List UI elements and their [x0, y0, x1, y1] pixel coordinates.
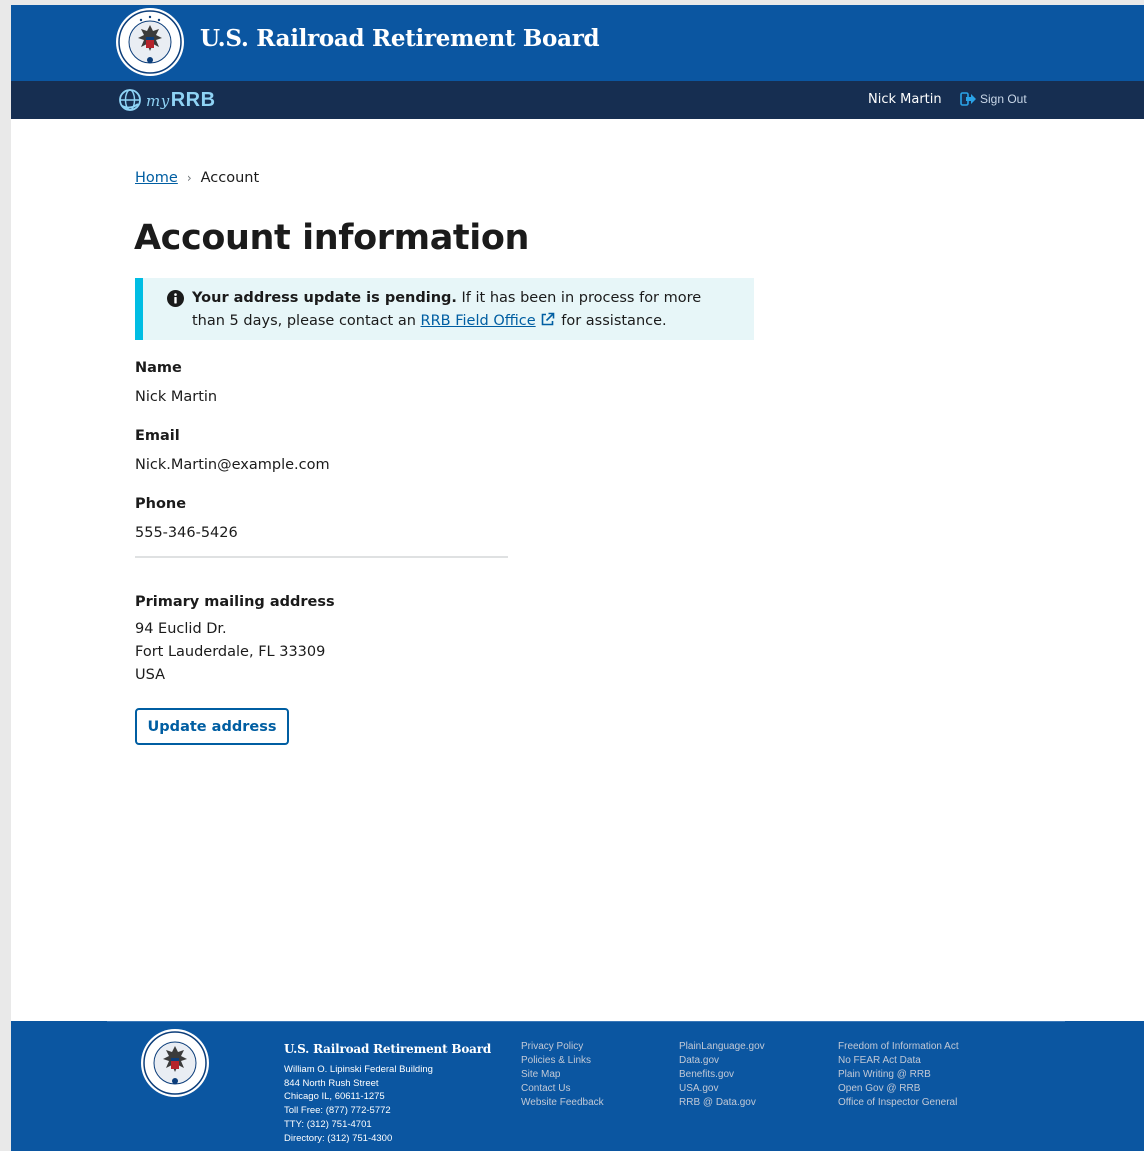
footer-directory: Directory: (312) 751-4300 — [284, 1132, 393, 1144]
footer-toll-free: Toll Free: (877) 772-5772 — [284, 1105, 391, 1117]
phone-label: Phone — [135, 496, 187, 512]
rrb-field-office-link[interactable]: RRB Field Office — [421, 313, 536, 329]
alert-body-end: for assistance. — [561, 313, 667, 329]
site-header: U.S. Railroad Retirement Board — [11, 5, 1144, 81]
footer-link-no-fear-act[interactable]: No FEAR Act Data — [838, 1054, 959, 1068]
site-title[interactable]: U.S. Railroad Retirement Board — [200, 25, 600, 52]
mailing-address: 94 Euclid Dr. Fort Lauderdale, FL 33309 … — [135, 618, 325, 687]
nav-bar: myRRB Nick Martin Sign Out — [11, 81, 1144, 119]
footer-link-usa-gov[interactable]: USA.gov — [679, 1082, 765, 1096]
info-icon — [167, 290, 184, 307]
pending-address-alert: Your address update is pending. If it ha… — [135, 278, 754, 340]
user-name: Nick Martin — [868, 92, 942, 107]
footer-link-rrb-data-gov[interactable]: RRB @ Data.gov — [679, 1096, 765, 1110]
address-line-3: USA — [135, 667, 166, 683]
footer-address-line: 844 North Rush Street — [284, 1077, 379, 1089]
footer-links-col-3: Freedom of Information Act No FEAR Act D… — [838, 1040, 959, 1110]
footer-tty: TTY: (312) 751-4701 — [284, 1118, 372, 1130]
update-address-button[interactable]: Update address — [135, 708, 289, 745]
footer-links-col-1: Privacy Policy Policies & Links Site Map… — [521, 1040, 604, 1110]
myrrb-wordmark: myRRB — [146, 88, 216, 111]
email-label: Email — [135, 428, 180, 444]
email-value: Nick.Martin@example.com — [135, 457, 330, 473]
rrb-seal-logo-footer[interactable] — [140, 1028, 210, 1098]
breadcrumb: Home › Account — [135, 170, 259, 186]
address-line-2: Fort Lauderdale, FL 33309 — [135, 644, 326, 660]
alert-message: Your address update is pending. If it ha… — [192, 287, 737, 333]
myrrb-logo[interactable]: myRRB — [118, 87, 216, 113]
name-value: Nick Martin — [135, 389, 218, 405]
footer-link-open-gov[interactable]: Open Gov @ RRB — [838, 1082, 959, 1096]
alert-heading: Your address update is pending. — [192, 290, 457, 306]
footer-link-policies-links[interactable]: Policies & Links — [521, 1054, 604, 1068]
footer-link-website-feedback[interactable]: Website Feedback — [521, 1096, 604, 1110]
external-link-icon — [541, 312, 554, 326]
footer-org-title: U.S. Railroad Retirement Board — [284, 1042, 492, 1056]
footer-link-data-gov[interactable]: Data.gov — [679, 1054, 765, 1068]
page-title: Account information — [134, 218, 530, 258]
footer-link-benefits-gov[interactable]: Benefits.gov — [679, 1068, 765, 1082]
breadcrumb-home-link[interactable]: Home — [135, 170, 178, 186]
chevron-right-icon: › — [186, 171, 192, 185]
footer-address-line: William O. Lipinski Federal Building — [284, 1064, 433, 1075]
mailing-address-label: Primary mailing address — [135, 594, 335, 610]
footer-address: William O. Lipinski Federal Building 844… — [284, 1063, 433, 1145]
sign-out-label: Sign Out — [980, 92, 1027, 106]
footer-link-plain-writing[interactable]: Plain Writing @ RRB — [838, 1068, 959, 1082]
footer-link-contact-us[interactable]: Contact Us — [521, 1082, 604, 1096]
rrb-seal-logo[interactable] — [115, 7, 185, 77]
name-label: Name — [135, 360, 182, 376]
globe-icon — [119, 89, 141, 111]
footer-link-inspector-general[interactable]: Office of Inspector General — [838, 1096, 959, 1110]
footer-divider — [107, 1021, 1065, 1022]
footer-link-site-map[interactable]: Site Map — [521, 1068, 604, 1082]
section-divider — [135, 556, 508, 558]
footer-address-line: Chicago IL, 60611-1275 — [284, 1091, 385, 1103]
footer-links-col-2: PlainLanguage.gov Data.gov Benefits.gov … — [679, 1040, 765, 1110]
breadcrumb-current: Account — [200, 170, 260, 186]
page: U.S. Railroad Retirement Board myRRB Nic… — [11, 5, 1144, 1151]
footer-link-privacy-policy[interactable]: Privacy Policy — [521, 1040, 604, 1054]
footer-link-plainlanguage[interactable]: PlainLanguage.gov — [679, 1040, 765, 1054]
sign-out-button[interactable]: Sign Out — [960, 92, 1027, 106]
address-line-1: 94 Euclid Dr. — [135, 621, 227, 637]
phone-value: 555-346-5426 — [135, 525, 238, 541]
footer-link-foia[interactable]: Freedom of Information Act — [838, 1040, 959, 1054]
sign-out-icon — [960, 92, 976, 106]
site-footer: U.S. Railroad Retirement Board William O… — [11, 1021, 1144, 1151]
